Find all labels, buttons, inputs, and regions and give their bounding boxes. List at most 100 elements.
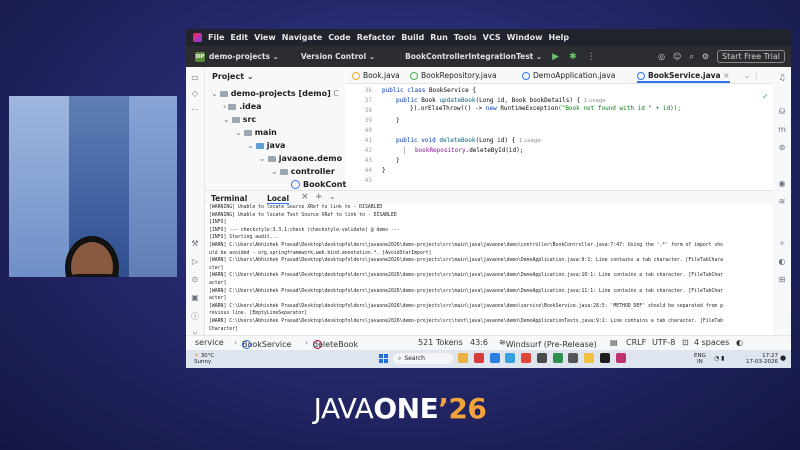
menu-file[interactable]: File xyxy=(208,33,224,42)
tree-item-java[interactable]: ⌄ java xyxy=(247,141,285,150)
start-trial-button[interactable]: Start Free Trial xyxy=(717,50,785,63)
commit-icon[interactable]: ◇ xyxy=(190,89,200,98)
database-icon[interactable]: ⛁ xyxy=(777,107,787,116)
file-explorer-icon[interactable] xyxy=(458,353,468,363)
app-icon[interactable] xyxy=(536,353,547,363)
logo-java: JAVA xyxy=(313,392,374,425)
terminal-line: [INFO] Starting audit... xyxy=(209,235,279,241)
taskbar-search[interactable]: ⌕ Search xyxy=(393,353,453,364)
region-code: IN xyxy=(697,359,703,365)
terminal-line: Character] xyxy=(209,326,238,332)
debug-icon[interactable]: ✱ xyxy=(569,52,577,62)
app-icon[interactable] xyxy=(552,353,563,363)
menu-edit[interactable]: Edit xyxy=(230,33,248,42)
windsurf-status[interactable]: ≋ Windsurf (Pre-Release) xyxy=(499,338,597,349)
tab-bookservice-java[interactable]: BookService.java × xyxy=(637,71,730,83)
terminal-icon[interactable]: ▣ xyxy=(190,293,200,302)
file-encoding[interactable]: UTF-8 xyxy=(652,338,675,347)
menu-help[interactable]: Help xyxy=(549,33,570,42)
menu-refactor[interactable]: Refactor xyxy=(357,33,395,42)
project-selector[interactable]: DP demo-projects ⌄ xyxy=(195,51,279,62)
coverage-icon[interactable]: ◐ xyxy=(777,257,787,266)
menu-run[interactable]: Run xyxy=(430,33,448,42)
ai-chat-icon[interactable]: ◉ xyxy=(777,179,787,188)
ai-status-icon[interactable]: ◐ xyxy=(736,338,743,347)
lock-icon: ⊡ xyxy=(682,338,689,347)
tree-item-idea[interactable]: › .idea xyxy=(223,102,262,111)
run-icon[interactable]: ▶ xyxy=(552,52,559,62)
app-icon[interactable] xyxy=(599,353,610,363)
usage-hint[interactable]: 1 usage xyxy=(584,98,606,104)
run-tool-icon[interactable]: ▷ xyxy=(190,257,200,266)
close-icon[interactable]: × xyxy=(723,71,729,80)
folder-icon[interactable]: ▭ xyxy=(190,73,200,82)
chrome-icon[interactable] xyxy=(521,353,531,363)
terminal-line: [WARN] C:\Users\Abhishek Prasad\Desktop\… xyxy=(209,288,724,294)
menu-navigate[interactable]: Navigate xyxy=(282,33,322,42)
line-number: 45 xyxy=(364,177,372,184)
copilot-icon[interactable]: ✧ xyxy=(777,239,787,248)
tree-item-main[interactable]: ⌄ main xyxy=(235,128,277,137)
code-text: ("Book not found with id " + id)); xyxy=(558,105,681,112)
windows-start-icon[interactable] xyxy=(379,354,388,363)
bookmarks-icon[interactable]: ⊞ xyxy=(777,275,787,284)
terminal-title: Terminal xyxy=(211,194,248,203)
run-config-label: BookControllerIntegrationTest xyxy=(405,52,534,61)
menu-code[interactable]: Code xyxy=(328,33,351,42)
chevron-down-icon[interactable]: ⌄ xyxy=(329,192,336,201)
chevron-right-icon: › xyxy=(234,338,238,347)
menu-view[interactable]: View xyxy=(254,33,276,42)
tab-bookrepository-java[interactable]: BookRepository.java xyxy=(410,71,497,80)
tree-item-src[interactable]: ⌄ src xyxy=(223,115,256,124)
indent-setting[interactable]: 4 spaces xyxy=(694,338,729,347)
gradle-icon[interactable]: ⊛ xyxy=(777,143,787,152)
edge-icon[interactable] xyxy=(489,353,500,363)
user-icon[interactable]: ☺ xyxy=(673,52,681,61)
intellij-taskbar-icon[interactable] xyxy=(615,353,626,363)
language-indicator[interactable]: ENG IN xyxy=(694,353,706,365)
run-config-selector[interactable]: BookControllerIntegrationTest ⌄ xyxy=(405,52,542,61)
menu-tools[interactable]: Tools xyxy=(454,33,477,42)
structure-icon[interactable]: ⋯ xyxy=(190,105,200,114)
line-separator[interactable]: CRLF xyxy=(626,338,646,347)
menu-window[interactable]: Window xyxy=(507,33,543,42)
app-icon[interactable] xyxy=(584,353,594,363)
windsurf-icon[interactable]: ≋ xyxy=(777,197,787,206)
usage-hint[interactable]: 1 usage xyxy=(519,138,541,144)
more-tabs-chevron-icon[interactable]: ⌄ ⋮ xyxy=(744,71,760,80)
tree-item-javaone-demo[interactable]: ⌄ javaone.demo xyxy=(259,154,342,163)
hammer-icon[interactable]: ⚒ xyxy=(190,239,200,248)
tree-item-controller[interactable]: ⌄ controller xyxy=(271,167,335,176)
version-control-label: Version Control xyxy=(300,52,367,61)
system-clock[interactable]: 17:27 17-03-2026 xyxy=(746,353,778,365)
chevron-right-icon: › xyxy=(305,338,309,347)
tree-item-demo-projects[interactable]: ⌄ demo-projects [demo] C xyxy=(211,89,339,98)
version-control-menu[interactable]: Version Control ⌄ xyxy=(301,52,375,61)
services-icon[interactable]: ⊙ xyxy=(190,275,200,284)
app-icon[interactable] xyxy=(568,353,579,363)
app-icon[interactable] xyxy=(505,353,516,363)
problems-icon[interactable]: ⓘ xyxy=(190,311,200,322)
app-icon[interactable] xyxy=(473,353,484,363)
tab-book-java[interactable]: Book.java xyxy=(352,71,400,80)
tab-label: Book.java xyxy=(363,71,400,80)
project-pane-header[interactable]: Project ⌄ xyxy=(212,72,254,81)
terminal-output[interactable]: [WARNING] Unable to locate Source XRef t… xyxy=(205,204,773,335)
breadcrumb-service[interactable]: service xyxy=(195,338,224,347)
close-icon[interactable]: × xyxy=(301,192,309,202)
ai-assistant-icon[interactable]: ◎ xyxy=(658,52,665,61)
search-icon[interactable]: ⌕ xyxy=(689,52,693,62)
add-tab-icon[interactable]: + xyxy=(315,192,323,202)
code-editor[interactable]: public class BookService { public Book u… xyxy=(376,84,773,190)
more-icon[interactable]: ⋮ xyxy=(587,52,596,62)
notification-icon[interactable]: ● xyxy=(780,354,786,362)
tab-demoapplication-java[interactable]: DemoApplication.java xyxy=(522,71,615,80)
notifications-icon[interactable]: ♫ xyxy=(777,73,787,82)
menu-vcs[interactable]: VCS xyxy=(483,33,501,42)
settings-gear-icon[interactable]: ⚙ xyxy=(702,52,709,61)
maven-icon[interactable]: m xyxy=(777,125,787,134)
menu-build[interactable]: Build xyxy=(401,33,424,42)
wifi-icon[interactable]: ◔ ▮ xyxy=(714,355,724,362)
weather-widget[interactable]: ☀ 30°C Sunny xyxy=(194,353,214,365)
caret-position[interactable]: 43:6 xyxy=(470,338,488,347)
